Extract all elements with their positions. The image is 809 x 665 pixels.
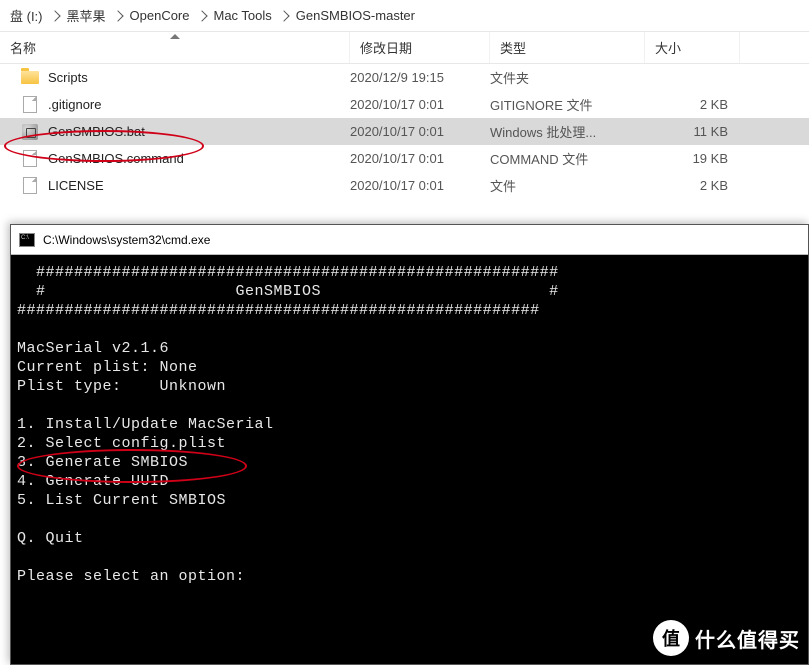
watermark-text: 什么值得买 xyxy=(695,624,800,653)
column-headers: 名称 修改日期 类型 大小 xyxy=(0,32,809,64)
file-name: LICENSE xyxy=(48,178,104,193)
column-label: 名称 xyxy=(10,38,36,57)
file-icon xyxy=(20,150,40,168)
chevron-right-icon xyxy=(278,10,289,21)
column-header-name[interactable]: 名称 xyxy=(0,32,350,63)
cmd-titlebar[interactable]: C:\Windows\system32\cmd.exe xyxy=(11,225,808,255)
file-row[interactable]: GenSMBIOS.bat 2020/10/17 0:01Windows 批处理.… xyxy=(0,118,809,145)
column-label: 大小 xyxy=(655,38,681,57)
file-type: 文件夹 xyxy=(490,68,645,87)
file-date: 2020/10/17 0:01 xyxy=(350,124,490,139)
cmd-output[interactable]: ########################################… xyxy=(11,255,808,594)
bat-icon xyxy=(20,123,40,141)
file-list: Scripts 2020/12/9 19:15文件夹 .gitignore 2020/… xyxy=(0,64,809,199)
file-date: 2020/10/17 0:01 xyxy=(350,178,490,193)
cmd-icon xyxy=(19,233,35,247)
breadcrumb-part[interactable]: Mac Tools xyxy=(212,8,274,23)
file-date: 2020/10/17 0:01 xyxy=(350,151,490,166)
file-row[interactable]: Scripts 2020/12/9 19:15文件夹 xyxy=(0,64,809,91)
file-date: 2020/10/17 0:01 xyxy=(350,97,490,112)
file-type: 文件 xyxy=(490,176,645,195)
file-name: GenSMBIOS.command xyxy=(48,151,184,166)
file-name: GenSMBIOS.bat xyxy=(48,124,145,139)
watermark: 值 什么值得买 xyxy=(653,620,800,656)
file-icon xyxy=(20,177,40,195)
file-row[interactable]: LICENSE 2020/10/17 0:01文件2 KB xyxy=(0,172,809,199)
column-header-date[interactable]: 修改日期 xyxy=(350,32,490,63)
file-row[interactable]: GenSMBIOS.command 2020/10/17 0:01COMMAND … xyxy=(0,145,809,172)
watermark-badge: 值 xyxy=(653,620,689,656)
file-size: 11 KB xyxy=(645,124,740,139)
column-label: 修改日期 xyxy=(360,38,412,57)
file-size: 19 KB xyxy=(645,151,740,166)
file-size: 2 KB xyxy=(645,97,740,112)
file-type: GITIGNORE 文件 xyxy=(490,95,645,114)
file-date: 2020/12/9 19:15 xyxy=(350,70,490,85)
breadcrumb-part[interactable]: OpenCore xyxy=(128,8,192,23)
cmd-window: C:\Windows\system32\cmd.exe ############… xyxy=(10,224,809,665)
file-row[interactable]: .gitignore 2020/10/17 0:01GITIGNORE 文件2 K… xyxy=(0,91,809,118)
cmd-title-text: C:\Windows\system32\cmd.exe xyxy=(43,233,210,247)
chevron-right-icon xyxy=(49,10,60,21)
file-type: Windows 批处理... xyxy=(490,122,645,141)
breadcrumb-part[interactable]: 黑苹果 xyxy=(65,6,108,25)
breadcrumb[interactable]: 盘 (I:) 黑苹果 OpenCore Mac Tools GenSMBIOS-… xyxy=(0,0,809,32)
breadcrumb-part[interactable]: 盘 (I:) xyxy=(8,6,45,25)
file-name: Scripts xyxy=(48,70,88,85)
sort-ascending-icon xyxy=(170,34,180,39)
file-size: 2 KB xyxy=(645,178,740,193)
column-label: 类型 xyxy=(500,38,526,57)
file-type: COMMAND 文件 xyxy=(490,149,645,168)
file-icon xyxy=(20,96,40,114)
chevron-right-icon xyxy=(112,10,123,21)
file-name: .gitignore xyxy=(48,97,101,112)
column-header-type[interactable]: 类型 xyxy=(490,32,645,63)
folder-icon xyxy=(20,69,40,87)
breadcrumb-part[interactable]: GenSMBIOS-master xyxy=(294,8,417,23)
column-header-size[interactable]: 大小 xyxy=(645,32,740,63)
chevron-right-icon xyxy=(196,10,207,21)
